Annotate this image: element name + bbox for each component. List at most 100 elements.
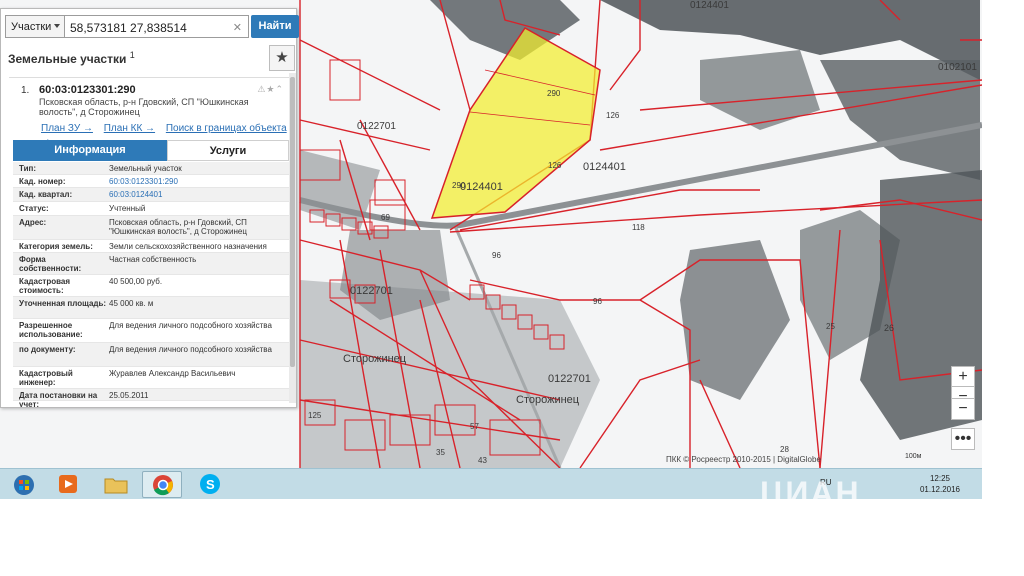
result-count: 1: [129, 50, 135, 60]
attr-key: по документу:: [19, 345, 76, 354]
folder-icon: [104, 478, 128, 494]
clock[interactable]: 12:25 01.12.2016: [920, 473, 960, 495]
attr-value: Земельный участок: [109, 164, 182, 173]
attr-value: 40 500,00 руб.: [109, 277, 163, 286]
search-input-value: 58,573181 27,838514: [70, 21, 187, 35]
map-label-lot-28: 28: [780, 445, 789, 454]
scrollbar-thumb[interactable]: [290, 77, 295, 367]
screen: 0102101 0124401 0122701 0124401 0124401 …: [0, 0, 1024, 576]
table-row: Кадастровая стоимость: 40 500,00 руб.: [13, 275, 289, 297]
clock-time: 12:25: [929, 474, 950, 483]
attr-value: Земли сельскохозяйственного назначения: [109, 242, 267, 251]
layer-select-value: Участки: [11, 21, 52, 33]
table-row: Кад. квартал: 60:03:0124401: [13, 188, 289, 202]
map-label-lot-43: 43: [478, 456, 487, 465]
map-scale: 100м: [905, 453, 922, 460]
attr-key: Форма собственности:: [19, 255, 82, 273]
table-row: Кадастровый инженер: Журавлев Александр …: [13, 367, 289, 389]
cian-watermark-logo: ЦИАН: [760, 475, 861, 511]
map-label-village-1: Сторожинец: [343, 353, 407, 365]
attr-value: Для ведения личного подсобного хозяйства: [109, 321, 272, 330]
map-label-lot-126b: 126: [548, 161, 562, 170]
table-row: Кад. номер: 60:03:0123301:290: [13, 175, 289, 188]
taskbar-skype[interactable]: S: [190, 471, 230, 498]
attr-key: Дата постановки на учет:: [19, 391, 98, 407]
media-player-icon: [59, 475, 77, 493]
attr-value: Журавлев Александр Васильевич: [109, 369, 236, 378]
result-address: Псковская область, р-н Гдовский, СП "Юшк…: [39, 97, 249, 117]
panel-header: Земельные участки 1 ★: [5, 45, 295, 71]
table-row: Разрешенное использование: Для ведения л…: [13, 319, 289, 343]
table-row: по документу: Для ведения личного подсоб…: [13, 343, 289, 367]
zoom-in-button[interactable]: +: [951, 366, 975, 388]
star-icon[interactable]: ★: [269, 45, 295, 71]
attr-value: Частная собственность: [109, 255, 197, 264]
windows-start-icon: [14, 475, 34, 495]
start-button[interactable]: [4, 471, 44, 498]
map-label-lot-118: 118: [632, 223, 645, 232]
link-plan-zu[interactable]: План ЗУ →: [41, 123, 93, 134]
map-label-lot-96b: 96: [593, 297, 602, 306]
taskbar-chrome[interactable]: [142, 471, 182, 498]
map-label-lot-126: 126: [606, 111, 620, 120]
result-index: 1.: [21, 85, 30, 96]
close-icon[interactable]: ✕: [233, 21, 242, 34]
attributes-table: Тип: Земельный участок Кад. номер: 60:03…: [13, 162, 289, 407]
attr-key: Тип:: [19, 164, 36, 173]
map-label-lot-25: 25: [826, 322, 835, 331]
table-row: Форма собственности: Частная собственнос…: [13, 253, 289, 275]
tab-services[interactable]: Услуги: [167, 140, 289, 161]
map-label-village-2: Сторожинец: [516, 394, 580, 406]
taskbar-media-player[interactable]: [48, 471, 88, 498]
attr-value-link[interactable]: 60:03:0123301:290: [109, 177, 287, 186]
attr-value: Учтенный: [109, 204, 146, 213]
table-row: Уточненная площадь: 45 000 кв. м: [13, 297, 289, 319]
more-options-button[interactable]: •••: [951, 428, 975, 450]
skype-icon: S: [200, 474, 220, 494]
table-row: Категория земель: Земли сельскохозяйстве…: [13, 240, 289, 253]
map-label-lot-125: 125: [308, 411, 322, 420]
attr-key: Разрешенное использование:: [19, 321, 83, 339]
search-input[interactable]: 58,573181 27,838514 ✕: [65, 15, 249, 38]
map-label-lot-69: 69: [381, 213, 390, 222]
result-card: 1. 60:03:0123301:290 ⚠★⌃ Псковская облас…: [9, 77, 292, 407]
zoom-out-button[interactable]: −: [951, 398, 975, 420]
map-label-lot-290: 290: [547, 89, 561, 98]
attr-key: Уточненная площадь:: [19, 299, 107, 308]
attr-value: 45 000 кв. м: [109, 299, 154, 308]
tabs: Информация Услуги: [13, 140, 289, 161]
chrome-icon: [153, 475, 173, 496]
map-label-lot-96: 96: [492, 251, 501, 260]
map-label-quarter-0122701-top: 0122701: [357, 121, 396, 132]
results-scrollbar[interactable]: [289, 73, 296, 403]
layer-select[interactable]: Участки: [5, 15, 65, 38]
map-label-lot-35: 35: [436, 448, 445, 457]
attr-value: Для ведения личного подсобного хозяйства: [109, 345, 272, 354]
map-label-lot-57: 57: [470, 422, 479, 431]
tab-information[interactable]: Информация: [13, 140, 167, 161]
map-label-lot-290b: 290: [452, 181, 466, 190]
map-label-quarter-0122701-bottom: 0122701: [548, 373, 591, 385]
link-plan-kk[interactable]: План КК →: [104, 123, 155, 134]
table-row: Статус: Учтенный: [13, 202, 289, 216]
taskbar-explorer[interactable]: [96, 471, 136, 498]
attr-key: Кадастровая стоимость:: [19, 277, 71, 295]
attr-key: Статус:: [19, 204, 49, 213]
parcels-panel: Участки 58,573181 27,838514 ✕ Найти Земе…: [0, 8, 299, 408]
map-label-parcel-cadastral: 0124401: [460, 181, 503, 193]
map-label-quarter-0122701-mid: 0122701: [350, 285, 393, 297]
attr-key: Кад. квартал:: [19, 190, 73, 199]
attr-value: 25.05.2011: [109, 391, 149, 400]
map-label-quarter-0124401-top: 0124401: [690, 0, 729, 11]
map-label-quarter-0124401: 0124401: [583, 161, 626, 173]
map-label-lot-26: 26: [884, 323, 894, 333]
map-label-quarter-0102101: 0102101: [938, 62, 977, 73]
result-cadastral-number[interactable]: 60:03:0123301:290: [39, 84, 136, 96]
result-tools-icons[interactable]: ⚠★⌃: [257, 84, 284, 95]
attr-value-link[interactable]: 60:03:0124401: [109, 190, 287, 199]
find-button[interactable]: Найти: [251, 15, 299, 38]
attr-key: Категория земель:: [19, 242, 93, 251]
svg-text:S: S: [206, 477, 215, 492]
attr-key: Кадастровый инженер:: [19, 369, 73, 387]
table-row: Тип: Земельный участок: [13, 162, 289, 175]
